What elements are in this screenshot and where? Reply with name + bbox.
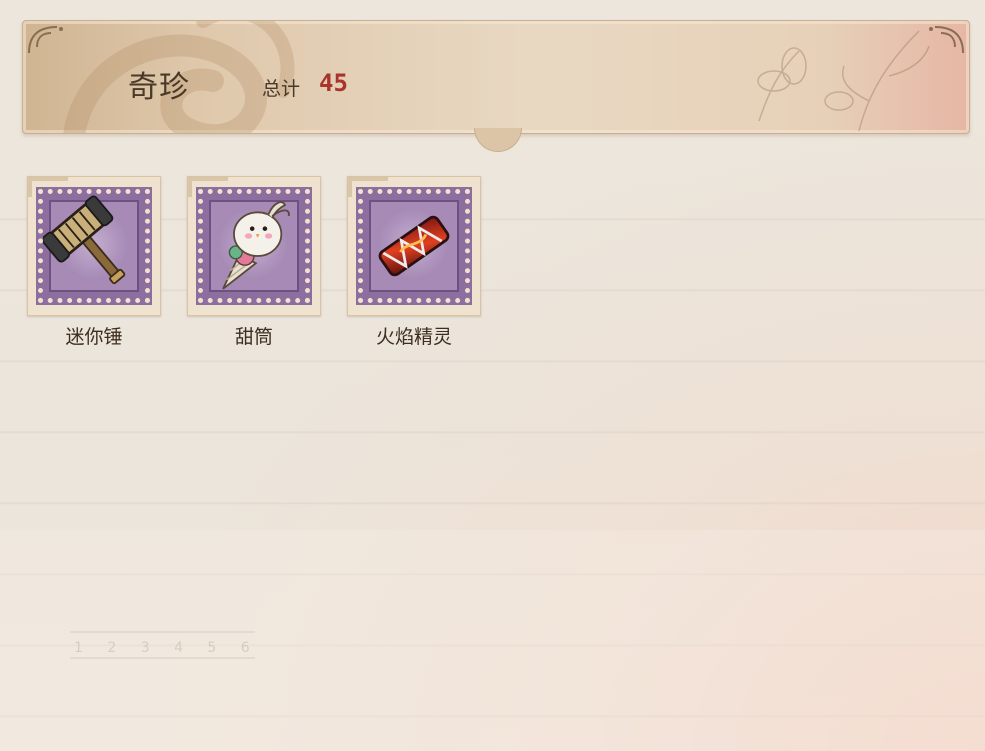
item-card-frame — [347, 176, 481, 316]
item-stamp — [36, 187, 152, 305]
item-stamp — [356, 187, 472, 305]
item-name: 甜筒 — [234, 326, 273, 348]
item-name: 迷你锤 — [65, 326, 123, 348]
item-stamp — [196, 187, 312, 305]
corner-ornament-right — [929, 26, 964, 54]
banner-flower-decoration — [757, 30, 930, 132]
item-name: 火焰精灵 — [375, 326, 452, 348]
item-card-frame — [27, 176, 161, 316]
ruler-decoration: 1 2 3 4 5 6 — [70, 631, 255, 659]
mini-hammer-icon — [43, 195, 126, 285]
item-card-ice-cream[interactable]: 甜筒 — [187, 176, 321, 348]
page-title: 奇珍 — [128, 70, 190, 105]
corner-ornament-left — [28, 26, 63, 54]
ice-cream-cone-icon — [222, 201, 290, 290]
total-count: 45 — [319, 69, 348, 97]
item-card-mini-hammer[interactable]: 迷你锤 — [27, 176, 161, 348]
item-card-flame-spirit[interactable]: 火焰精灵 — [347, 176, 481, 348]
ruler-digits: 1 2 3 4 5 6 — [74, 640, 255, 656]
flame-spirit-icon — [378, 215, 450, 277]
total-label: 总计 — [262, 78, 301, 100]
banner-notch — [474, 128, 522, 152]
item-card-frame — [187, 176, 321, 316]
